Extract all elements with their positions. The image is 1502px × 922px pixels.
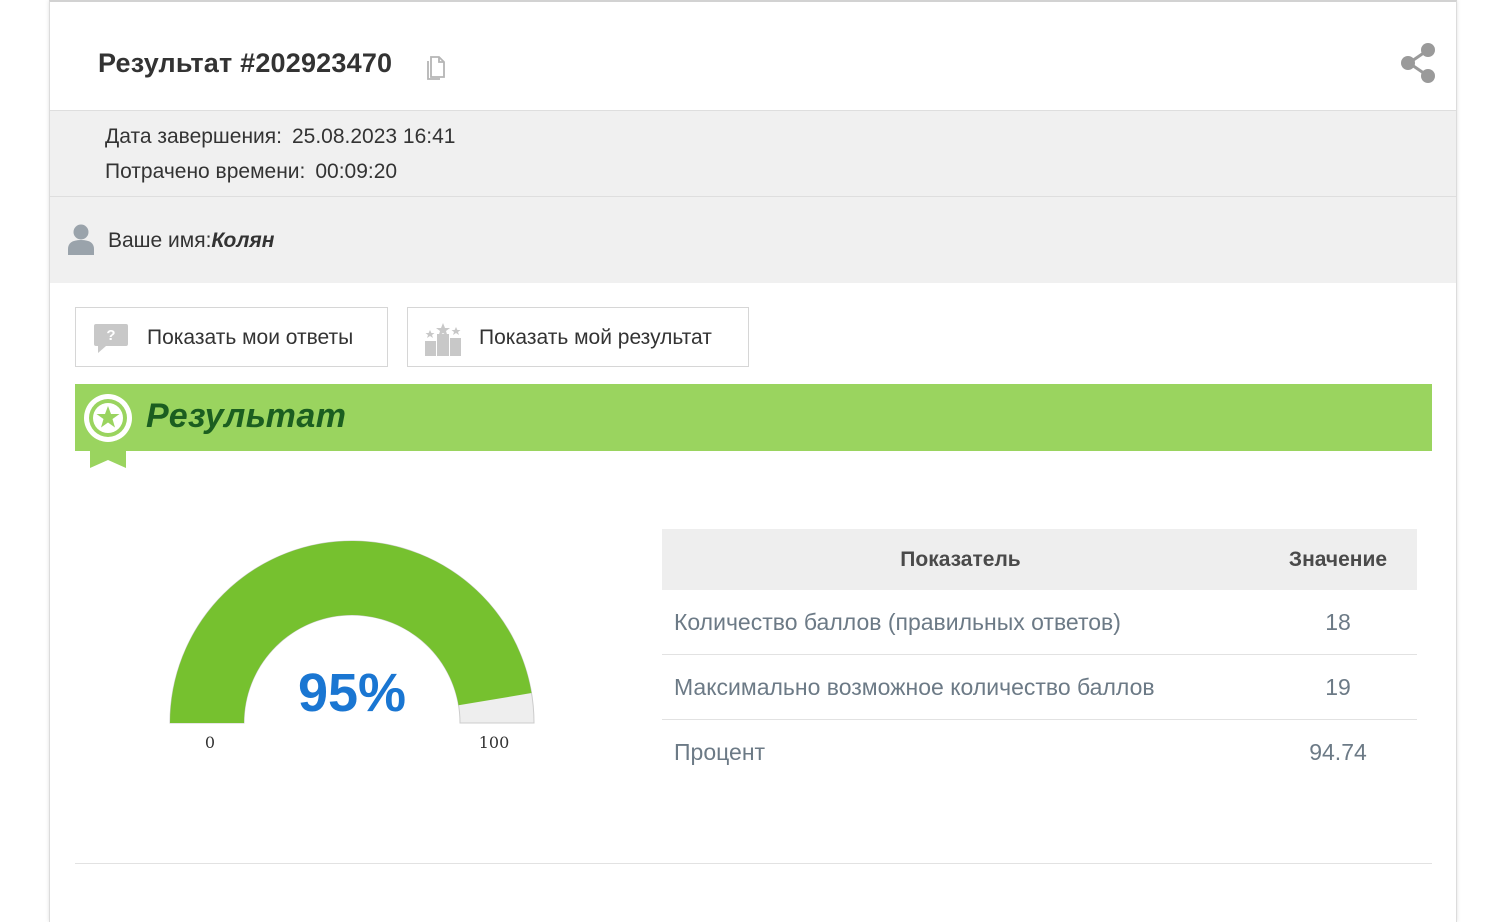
share-icon[interactable] <box>1399 41 1439 85</box>
indicator-cell: Процент <box>674 738 766 765</box>
result-header: Результат #202923470 <box>50 2 1456 111</box>
result-banner-title: Результат <box>146 397 347 435</box>
indicator-cell: Количество баллов (правильных ответов) <box>662 590 1259 655</box>
show-result-button[interactable]: Показать мой результат <box>407 307 749 367</box>
table-row: Количество баллов (правильных ответов) 1… <box>662 590 1417 655</box>
user-name: Ваше имя:Колян <box>108 229 274 253</box>
completion-date-label: Дата завершения: <box>105 125 282 148</box>
result-banner: Результат <box>75 384 1432 451</box>
user-name-bar: Ваше имя:Колян <box>50 197 1456 283</box>
completion-date-value: 25.08.2023 16:41 <box>291 125 456 148</box>
time-spent-label: Потрачено времени: <box>105 160 306 183</box>
time-spent-row: Потрачено времени: 00:09:20 <box>105 160 397 184</box>
svg-text:?: ? <box>106 327 115 344</box>
copy-icon[interactable] <box>425 54 447 80</box>
question-bubble-icon: ? <box>94 324 128 353</box>
gauge-max-label: 100 <box>479 733 510 752</box>
show-answers-button[interactable]: ? Показать мои ответы <box>75 307 388 367</box>
user-name-label: Ваше имя: <box>108 229 212 252</box>
show-result-label: Показать мой результат <box>479 326 712 349</box>
user-name-value: Колян <box>211 229 275 252</box>
column-header-indicator: Показатель <box>662 529 1259 590</box>
result-meta: Дата завершения: 25.08.2023 16:41 Потраче… <box>50 111 1456 197</box>
completion-date-row: Дата завершения: 25.08.2023 16:41 <box>105 125 455 149</box>
indicator-cell: Максимально возможное количество баллов <box>662 654 1259 720</box>
time-spent-value: 00:09:20 <box>315 160 398 183</box>
result-card: Результат #202923470 Дата завершения: 25.… <box>49 0 1457 922</box>
table-row: Максимально возможное количество баллов … <box>662 654 1417 720</box>
value-cell: 19 <box>1259 654 1417 720</box>
value-cell: 18 <box>1259 590 1417 655</box>
award-ribbon-icon <box>84 394 132 468</box>
table-row: Процент 94.74 <box>662 720 1417 785</box>
show-answers-label: Показать мои ответы <box>147 326 354 349</box>
gauge-min-label: 0 <box>205 733 215 752</box>
result-stats-table: Показатель Значение Количество баллов (п… <box>662 529 1417 784</box>
value-cell: 94.74 <box>1309 738 1367 765</box>
column-header-value: Значение <box>1259 529 1417 590</box>
page-title: Результат #202923470 <box>98 48 393 78</box>
percent-gauge: 95% 0 100 <box>169 540 535 752</box>
gauge-value: 95% <box>298 663 406 723</box>
table-header-row: Показатель Значение <box>662 529 1417 590</box>
divider <box>75 863 1432 864</box>
podium-icon <box>425 323 461 356</box>
user-icon <box>68 224 94 255</box>
